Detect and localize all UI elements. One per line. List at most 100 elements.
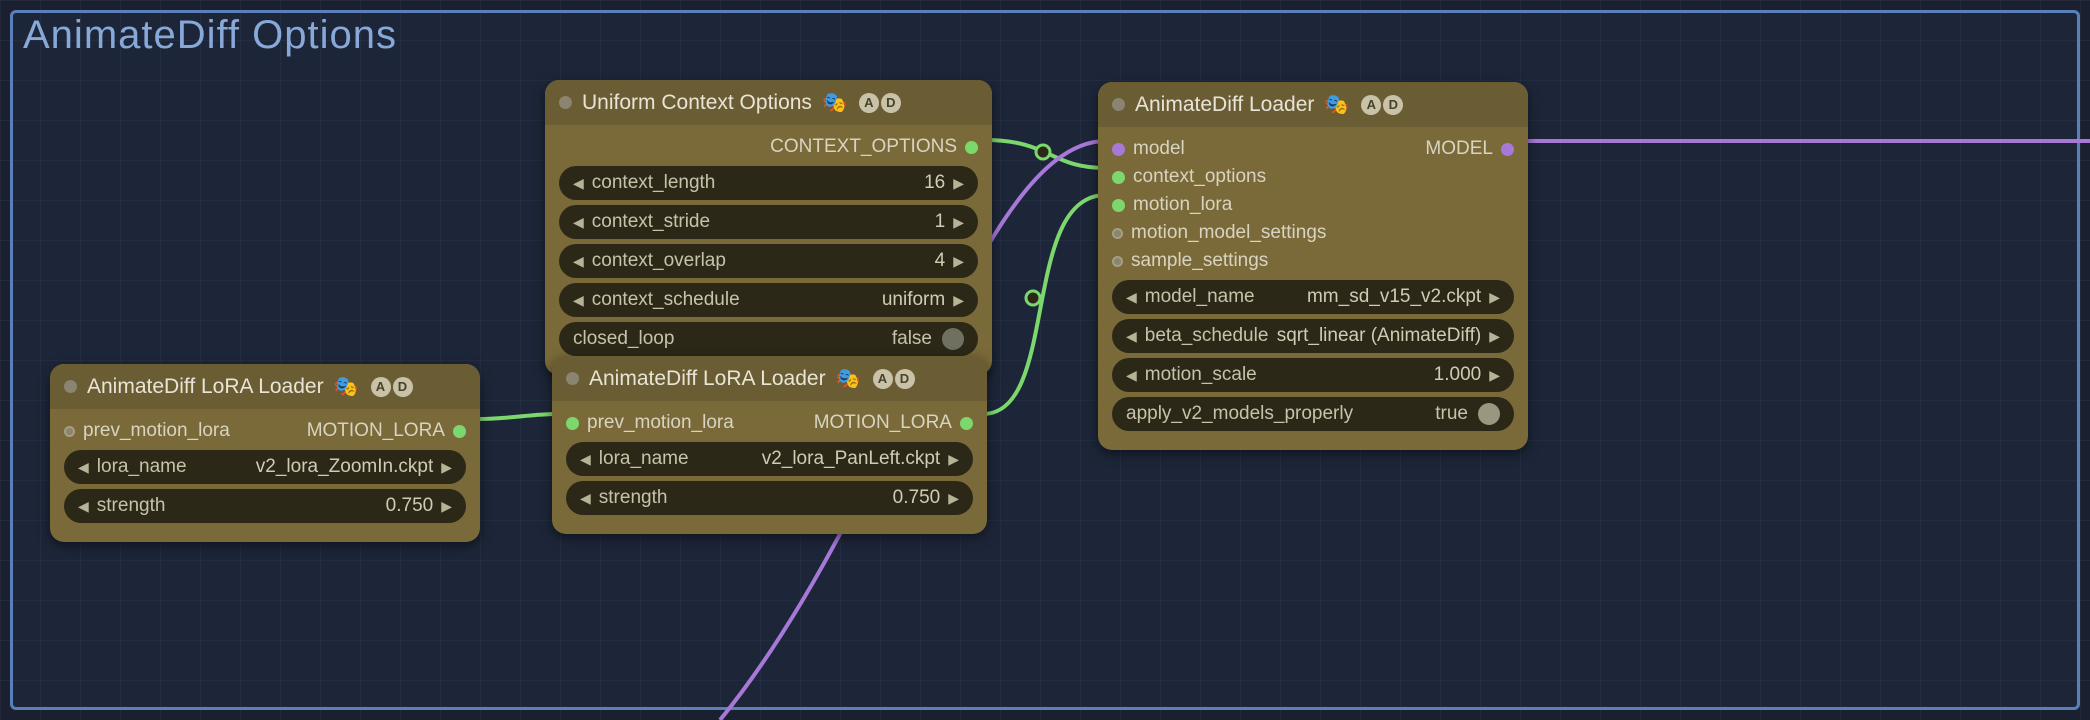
chevron-left-icon[interactable]: ◀ — [74, 459, 93, 476]
node-title-text: AnimateDiff Loader — [1135, 93, 1314, 117]
masks-icon: 🎭 — [836, 366, 861, 391]
chevron-right-icon[interactable]: ▶ — [1485, 328, 1504, 345]
input-label: model — [1133, 138, 1185, 160]
chevron-right-icon[interactable]: ▶ — [1485, 289, 1504, 306]
toggle-knob-icon[interactable] — [942, 328, 964, 350]
chevron-left-icon[interactable]: ◀ — [569, 292, 588, 309]
port-dot-icon[interactable] — [960, 417, 973, 430]
chevron-left-icon[interactable]: ◀ — [569, 175, 588, 192]
widget-context-length[interactable]: ◀ context_length 16 ▶ — [559, 166, 978, 200]
node-title-text: AnimateDiff LoRA Loader — [87, 375, 324, 399]
collapse-dot-icon[interactable] — [64, 380, 77, 393]
chevron-right-icon[interactable]: ▶ — [949, 253, 968, 270]
port-dot-icon[interactable] — [1501, 143, 1514, 156]
node-title[interactable]: AnimateDiff LoRA Loader 🎭 A D — [50, 364, 480, 409]
output-motion-lora[interactable]: MOTION_LORA — [307, 420, 466, 442]
widget-value: true — [1435, 403, 1468, 425]
group-title: AnimateDiff Options — [23, 13, 397, 58]
widget-value: sqrt_linear (AnimateDiff) — [1277, 325, 1482, 347]
widget-value: 0.750 — [893, 487, 941, 509]
input-prev-motion-lora[interactable]: prev_motion_lora — [566, 412, 734, 434]
chevron-left-icon[interactable]: ◀ — [576, 451, 595, 468]
input-prev-motion-lora[interactable]: prev_motion_lora — [64, 420, 230, 442]
toggle-knob-icon[interactable] — [1478, 403, 1500, 425]
widget-value: false — [892, 328, 932, 350]
widget-label: motion_scale — [1145, 364, 1257, 386]
input-sample-settings[interactable]: sample_settings — [1112, 250, 1268, 272]
node-animatediff-lora-loader-1[interactable]: AnimateDiff LoRA Loader 🎭 A D prev_motio… — [50, 364, 480, 542]
node-title[interactable]: Uniform Context Options 🎭 A D — [545, 80, 992, 125]
node-animatediff-loader[interactable]: AnimateDiff Loader 🎭 A D model MODEL con… — [1098, 82, 1528, 450]
collapse-dot-icon[interactable] — [559, 96, 572, 109]
widget-context-overlap[interactable]: ◀ context_overlap 4 ▶ — [559, 244, 978, 278]
widget-value: uniform — [882, 289, 945, 311]
widget-beta-schedule[interactable]: ◀ beta_schedule sqrt_linear (AnimateDiff… — [1112, 319, 1514, 353]
widget-model-name[interactable]: ◀ model_name mm_sd_v15_v2.ckpt ▶ — [1112, 280, 1514, 314]
port-dot-icon[interactable] — [1112, 143, 1125, 156]
chevron-left-icon[interactable]: ◀ — [1122, 328, 1141, 345]
badge-d-icon: D — [895, 369, 915, 389]
output-context-options[interactable]: CONTEXT_OPTIONS — [559, 133, 978, 161]
chevron-right-icon[interactable]: ▶ — [1485, 367, 1504, 384]
chevron-left-icon[interactable]: ◀ — [74, 498, 93, 515]
chevron-left-icon[interactable]: ◀ — [569, 214, 588, 231]
collapse-dot-icon[interactable] — [1112, 98, 1125, 111]
input-context-options[interactable]: context_options — [1112, 166, 1266, 188]
chevron-left-icon[interactable]: ◀ — [1122, 289, 1141, 306]
port-dot-icon[interactable] — [566, 417, 579, 430]
widget-label: strength — [97, 495, 166, 517]
widget-lora-name[interactable]: ◀ lora_name v2_lora_PanLeft.ckpt ▶ — [566, 442, 973, 476]
output-label: MODEL — [1425, 138, 1493, 160]
chevron-left-icon[interactable]: ◀ — [1122, 367, 1141, 384]
output-model[interactable]: MODEL — [1425, 138, 1514, 160]
output-motion-lora[interactable]: MOTION_LORA — [814, 412, 973, 434]
widget-value: 0.750 — [386, 495, 434, 517]
port-dot-icon[interactable] — [1112, 228, 1123, 239]
port-dot-icon[interactable] — [1112, 256, 1123, 267]
chevron-right-icon[interactable]: ▶ — [437, 498, 456, 515]
node-uniform-context-options[interactable]: Uniform Context Options 🎭 A D CONTEXT_OP… — [545, 80, 992, 375]
ad-badge: A D — [371, 377, 413, 397]
chevron-right-icon[interactable]: ▶ — [944, 490, 963, 507]
widget-strength[interactable]: ◀ strength 0.750 ▶ — [566, 481, 973, 515]
ad-badge: A D — [859, 93, 901, 113]
node-title-text: Uniform Context Options — [582, 91, 812, 115]
port-dot-icon[interactable] — [1112, 171, 1125, 184]
port-dot-icon[interactable] — [453, 425, 466, 438]
widget-label: context_schedule — [592, 289, 740, 311]
widget-lora-name[interactable]: ◀ lora_name v2_lora_ZoomIn.ckpt ▶ — [64, 450, 466, 484]
widget-context-stride[interactable]: ◀ context_stride 1 ▶ — [559, 205, 978, 239]
node-title[interactable]: AnimateDiff Loader 🎭 A D — [1098, 82, 1528, 127]
widget-label: lora_name — [97, 456, 187, 478]
widget-motion-scale[interactable]: ◀ motion_scale 1.000 ▶ — [1112, 358, 1514, 392]
widget-context-schedule[interactable]: ◀ context_schedule uniform ▶ — [559, 283, 978, 317]
chevron-right-icon[interactable]: ▶ — [437, 459, 456, 476]
input-motion-lora[interactable]: motion_lora — [1112, 194, 1232, 216]
chevron-left-icon[interactable]: ◀ — [576, 490, 595, 507]
node-title[interactable]: AnimateDiff LoRA Loader 🎭 A D — [552, 356, 987, 401]
badge-a-icon: A — [873, 369, 893, 389]
input-model[interactable]: model — [1112, 138, 1185, 160]
badge-d-icon: D — [881, 93, 901, 113]
chevron-right-icon[interactable]: ▶ — [949, 175, 968, 192]
output-label: CONTEXT_OPTIONS — [770, 136, 957, 158]
widget-apply-v2[interactable]: apply_v2_models_properly true — [1112, 397, 1514, 431]
widget-label: lora_name — [599, 448, 689, 470]
input-label: prev_motion_lora — [587, 412, 734, 434]
chevron-right-icon[interactable]: ▶ — [944, 451, 963, 468]
port-dot-icon[interactable] — [64, 426, 75, 437]
widget-strength[interactable]: ◀ strength 0.750 ▶ — [64, 489, 466, 523]
chevron-right-icon[interactable]: ▶ — [949, 214, 968, 231]
port-dot-icon[interactable] — [1112, 199, 1125, 212]
collapse-dot-icon[interactable] — [566, 372, 579, 385]
masks-icon: 🎭 — [1324, 92, 1349, 117]
chevron-left-icon[interactable]: ◀ — [569, 253, 588, 270]
widget-label: model_name — [1145, 286, 1255, 308]
group-frame: AnimateDiff Options — [10, 10, 2080, 710]
input-motion-model-settings[interactable]: motion_model_settings — [1112, 222, 1326, 244]
chevron-right-icon[interactable]: ▶ — [949, 292, 968, 309]
port-dot-icon[interactable] — [965, 141, 978, 154]
input-label: sample_settings — [1131, 250, 1268, 272]
node-animatediff-lora-loader-2[interactable]: AnimateDiff LoRA Loader 🎭 A D prev_motio… — [552, 356, 987, 534]
widget-closed-loop[interactable]: closed_loop false — [559, 322, 978, 356]
